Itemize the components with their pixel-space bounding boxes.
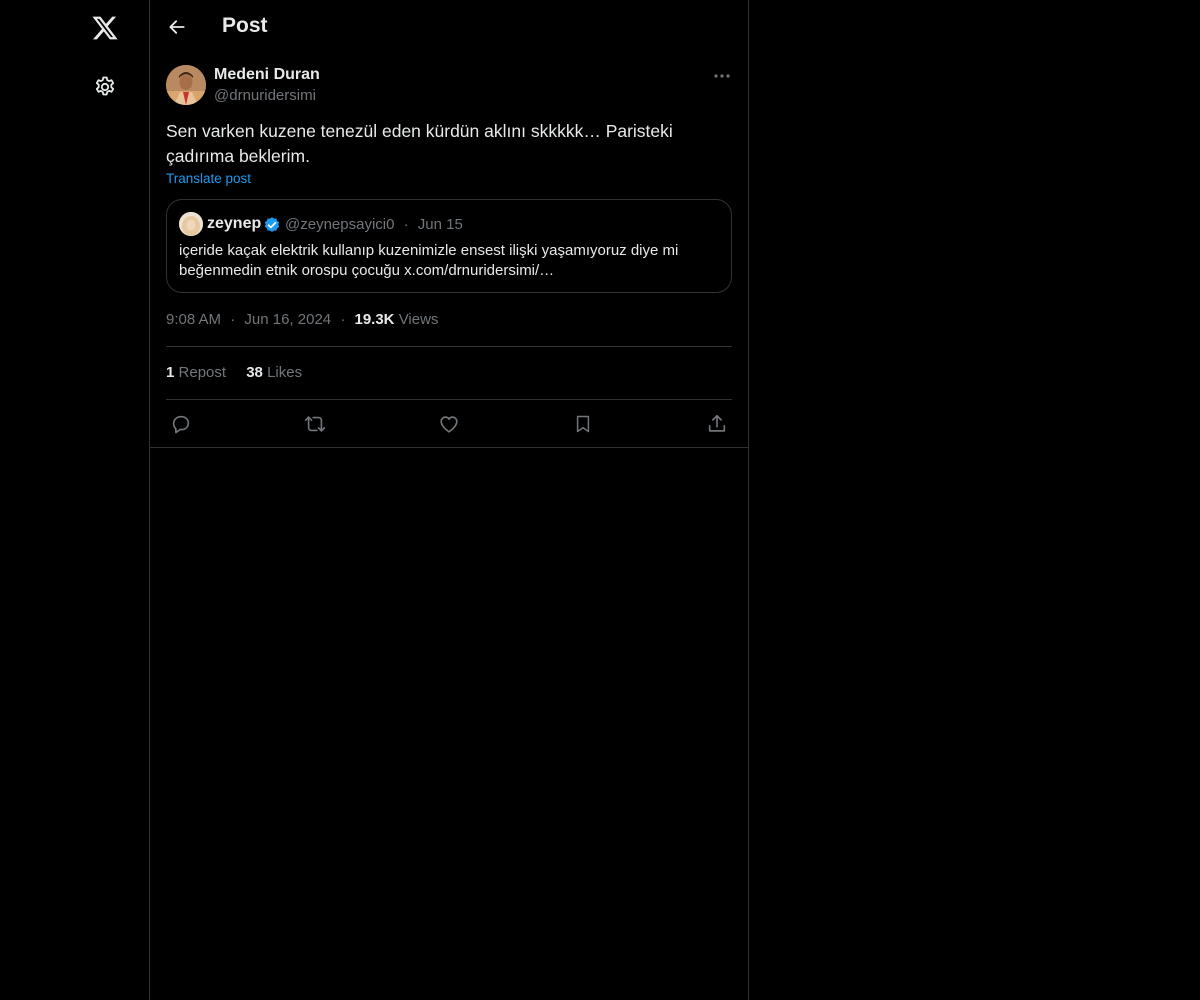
likes-label: Likes bbox=[267, 364, 303, 381]
post-detail: Post Medeni Duran @drnuridersimi Sen var… bbox=[150, 0, 749, 1000]
more-icon[interactable] bbox=[710, 66, 734, 86]
action-bar bbox=[150, 400, 748, 448]
header: Post bbox=[150, 0, 748, 54]
engagement-stats: 1 Repost 38 Likes bbox=[166, 364, 302, 381]
quote-author-handle: @zeynepsayici0 bbox=[285, 216, 395, 233]
post-meta: 9:08 AM · Jun 16, 2024 · 19.3K Views bbox=[166, 311, 438, 328]
separator: · bbox=[230, 311, 236, 328]
quote-date: Jun 15 bbox=[417, 216, 463, 233]
post-date[interactable]: Jun 16, 2024 bbox=[244, 311, 331, 328]
quote-author-name: zeynep bbox=[207, 215, 262, 232]
page-title: Post bbox=[222, 14, 268, 37]
quoted-post[interactable]: zeynep @zeynepsayici0 · Jun 15 içeride k… bbox=[166, 199, 732, 293]
views-label: Views bbox=[398, 311, 439, 328]
reposts-count: 1 bbox=[166, 364, 175, 381]
repost-icon[interactable] bbox=[303, 412, 327, 436]
separator: · bbox=[403, 216, 409, 233]
author-name[interactable]: Medeni Duran bbox=[214, 66, 320, 84]
quote-meta: @zeynepsayici0 · Jun 15 bbox=[285, 216, 463, 233]
views-count: 19.3K bbox=[354, 311, 395, 328]
like-icon[interactable] bbox=[437, 412, 461, 436]
quote-avatar bbox=[179, 212, 203, 236]
quote-text: içeride kaçak elektrik kullanıp kuzenimi… bbox=[179, 242, 679, 279]
translate-post-link[interactable]: Translate post bbox=[166, 171, 251, 186]
gear-icon[interactable] bbox=[89, 71, 121, 103]
share-icon[interactable] bbox=[705, 412, 729, 436]
sidebar bbox=[0, 0, 150, 1000]
avatar[interactable] bbox=[166, 65, 206, 105]
x-logo-icon[interactable] bbox=[89, 12, 121, 44]
arrow-left-icon[interactable] bbox=[164, 14, 190, 40]
likes-count: 38 bbox=[246, 364, 263, 381]
reposts-label: Repost bbox=[178, 364, 227, 381]
author-handle[interactable]: @drnuridersimi bbox=[214, 87, 316, 104]
divider bbox=[166, 346, 732, 347]
separator: · bbox=[340, 311, 346, 328]
reposts-stat[interactable]: 1 Repost bbox=[166, 364, 230, 381]
bookmark-icon[interactable] bbox=[571, 412, 595, 436]
reply-icon[interactable] bbox=[169, 412, 193, 436]
likes-stat[interactable]: 38 Likes bbox=[246, 364, 302, 381]
post-text: Sen varken kuzene tenezül eden kürdün ak… bbox=[166, 121, 673, 166]
verified-badge-icon bbox=[263, 216, 281, 234]
post-time[interactable]: 9:08 AM bbox=[166, 311, 221, 328]
